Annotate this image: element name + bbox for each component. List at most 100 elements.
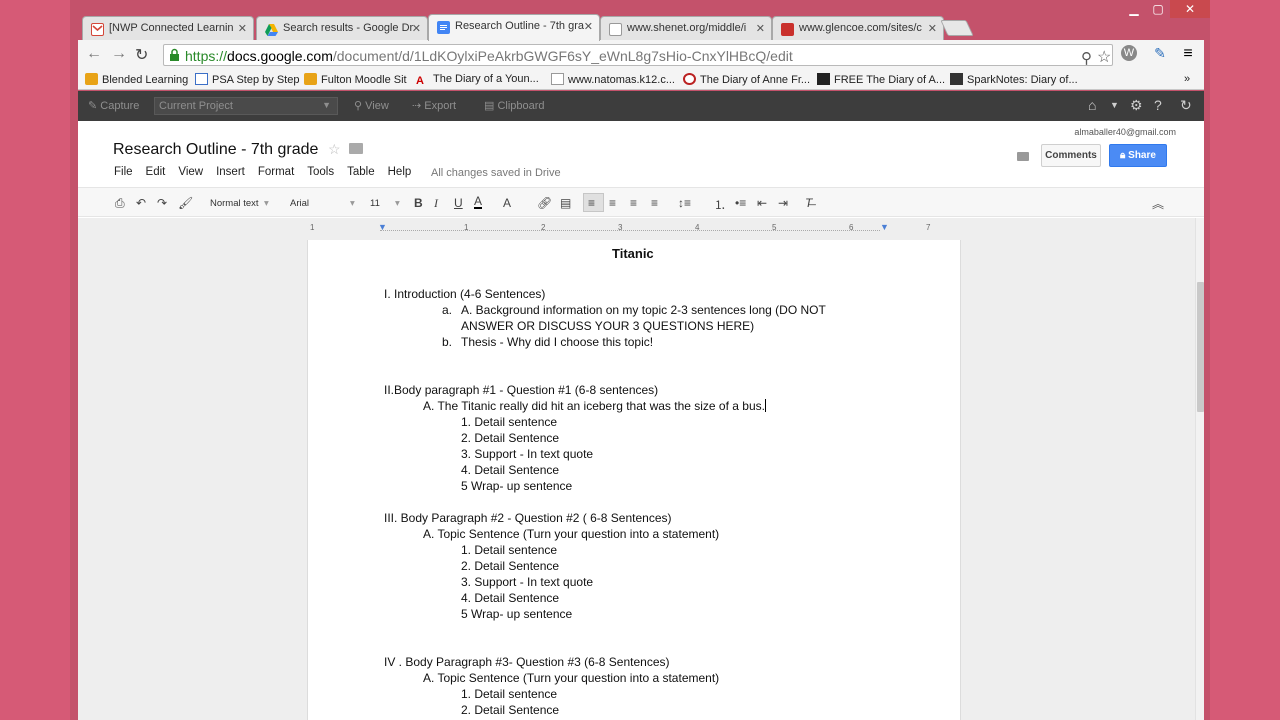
clear-formatting-icon[interactable]: T̶ <box>805 196 812 210</box>
menu-bar: File Edit View Insert Format Tools Table… <box>114 166 424 178</box>
menu-tools[interactable]: Tools <box>307 166 334 178</box>
ruler[interactable]: 1 1 2 3 4 5 6 7 ▼ ▼ <box>308 222 938 237</box>
tab-shenet[interactable]: www.shenet.org/middle/i ✕ <box>600 16 772 40</box>
print-icon[interactable]: ⎙ <box>115 196 125 211</box>
bookmark-natomas[interactable]: www.natomas.k12.c... <box>551 73 675 86</box>
close-icon[interactable]: ✕ <box>238 22 247 35</box>
document-page[interactable]: Titanic I. Introduction (4-6 Sentences) … <box>307 240 961 720</box>
caret-down-icon: ▼ <box>322 100 331 110</box>
italic-icon[interactable]: I <box>434 196 438 211</box>
redo-icon[interactable]: ↷ <box>157 196 167 210</box>
caret-down-icon[interactable]: ▼ <box>1110 100 1119 110</box>
new-tab-button[interactable] <box>940 20 974 36</box>
bookmark-free-diary[interactable]: FREE The Diary of A... <box>817 73 945 86</box>
align-right-icon[interactable]: ≡ <box>630 196 637 210</box>
font-size-select[interactable]: 11 <box>370 198 380 209</box>
bulleted-list-icon[interactable]: •≡ <box>735 196 746 210</box>
bookmarks-overflow-button[interactable]: » <box>1184 73 1190 85</box>
bold-icon[interactable]: B <box>414 196 423 210</box>
extension-w-icon[interactable]: W <box>1121 45 1137 61</box>
bookmark-blended-learning[interactable]: Blended Learning <box>85 73 188 86</box>
help-icon[interactable]: ? <box>1154 97 1162 113</box>
numbered-list-icon[interactable]: ⒈ <box>714 196 726 213</box>
paint-format-icon[interactable]: 🖌︎ <box>178 196 193 210</box>
star-icon[interactable]: ☆ <box>328 141 341 158</box>
search-icon[interactable]: ⚲ <box>1081 49 1092 67</box>
comment-icon[interactable]: ▤ <box>560 196 571 210</box>
close-icon[interactable]: ✕ <box>412 22 421 35</box>
tab-drive-search[interactable]: Search results - Google Dr ✕ <box>256 16 428 40</box>
highlight-color-icon[interactable]: A <box>503 196 511 210</box>
pen-icon[interactable]: ✎ <box>1151 45 1169 63</box>
menu-view[interactable]: View <box>178 166 203 178</box>
collapse-icon[interactable]: ︽ <box>1152 195 1164 212</box>
export-icon: ⇢ <box>412 100 425 112</box>
menu-icon[interactable]: ≡ <box>1179 45 1197 63</box>
comments-button[interactable]: Comments <box>1041 144 1101 167</box>
bookmark-sparknotes[interactable]: SparkNotes: Diary of... <box>950 73 1078 86</box>
view-button[interactable]: ⚲ View <box>354 99 389 112</box>
reload-icon[interactable]: ↻ <box>135 45 148 65</box>
outline-marker: b. <box>442 335 453 349</box>
close-icon[interactable]: ✕ <box>928 22 937 35</box>
bookmark-diary-young[interactable]: A The Diary of a Youn... <box>416 73 539 87</box>
back-arrow-icon[interactable]: ← <box>86 45 102 63</box>
gear-icon[interactable]: ⚙ <box>1130 97 1143 114</box>
user-email[interactable]: almaballer40@gmail.com <box>1074 127 1176 137</box>
share-button[interactable]: 🔒︎ Share <box>1109 144 1167 167</box>
tab-research-outline[interactable]: Research Outline - 7th gra ✕ <box>428 14 600 41</box>
close-icon[interactable]: ✕ <box>756 22 765 35</box>
address-bar[interactable]: https://docs.google.com/document/d/1LdKO… <box>163 44 1113 67</box>
chevron-down-icon: ▾ <box>264 198 269 209</box>
menu-edit[interactable]: Edit <box>146 166 166 178</box>
outline-line: 4. Detail Sentence <box>461 463 560 477</box>
forward-arrow-icon[interactable]: → <box>111 45 127 63</box>
outline-line: 2. Detail Sentence <box>461 431 560 445</box>
tab-title: Search results - Google Dr <box>283 22 414 34</box>
close-icon[interactable]: ✕ <box>584 20 593 33</box>
increase-indent-icon[interactable]: ⇥ <box>778 196 788 210</box>
text-color-icon[interactable]: A <box>474 195 483 209</box>
menu-format[interactable]: Format <box>258 166 294 178</box>
outline-line: 3. Support - In text quote <box>461 447 594 461</box>
underline-icon[interactable]: U <box>454 196 463 210</box>
document-title[interactable]: Research Outline - 7th grade <box>113 141 318 159</box>
bookmark-label: The Diary of a Youn... <box>433 73 539 85</box>
ruler-number: 5 <box>772 223 777 232</box>
refresh-icon[interactable]: ↻ <box>1180 97 1192 114</box>
tab-gmail[interactable]: [NWP Connected Learnin ✕ <box>82 16 254 40</box>
outline-line: A. Topic Sentence (Turn your question in… <box>423 527 720 541</box>
vertical-scrollbar[interactable] <box>1195 218 1204 720</box>
menu-table[interactable]: Table <box>347 166 375 178</box>
align-center-icon[interactable]: ≡ <box>609 196 616 210</box>
justify-icon[interactable]: ≡ <box>651 196 658 210</box>
capture-button[interactable]: ✎ Capture <box>88 99 139 112</box>
outline-line: A. Topic Sentence (Turn your question in… <box>423 671 720 685</box>
right-indent-marker-icon[interactable]: ▼ <box>880 222 889 232</box>
left-indent-marker-icon[interactable]: ▼ <box>378 222 387 232</box>
clipboard-button[interactable]: ▤ Clipboard <box>484 99 545 112</box>
bookmark-diary-anne[interactable]: The Diary of Anne Fr... <box>683 73 810 86</box>
menu-file[interactable]: File <box>114 166 133 178</box>
align-left-icon[interactable]: ≡ <box>588 196 595 210</box>
bookmarks-bar: Blended Learning PSA Step by Step Fulton… <box>78 70 1204 90</box>
tab-glencoe[interactable]: www.glencoe.com/sites/c ✕ <box>772 16 944 40</box>
star-icon[interactable]: ☆ <box>1097 47 1111 67</box>
project-select[interactable]: Current Project ▼ <box>154 97 338 115</box>
line-spacing-icon[interactable]: ↕≡ <box>678 196 691 210</box>
bookmark-fulton-moodle[interactable]: Fulton Moodle Sit <box>304 73 407 86</box>
style-select[interactable]: Normal text <box>210 198 259 209</box>
menu-insert[interactable]: Insert <box>216 166 245 178</box>
export-button[interactable]: ⇢ Export <box>412 99 456 112</box>
scrollbar-thumb[interactable] <box>1197 282 1204 412</box>
link-icon[interactable]: 🔗︎ <box>537 196 552 210</box>
font-select[interactable]: Arial <box>290 198 309 209</box>
chat-icon[interactable] <box>1017 152 1029 161</box>
folder-icon[interactable] <box>349 143 363 154</box>
home-icon[interactable]: ⌂ <box>1088 97 1096 113</box>
menu-help[interactable]: Help <box>388 166 412 178</box>
doc-icon <box>195 73 208 85</box>
bookmark-psa-step[interactable]: PSA Step by Step <box>195 73 299 86</box>
decrease-indent-icon[interactable]: ⇤ <box>757 196 767 210</box>
undo-icon[interactable]: ↶ <box>136 196 146 210</box>
